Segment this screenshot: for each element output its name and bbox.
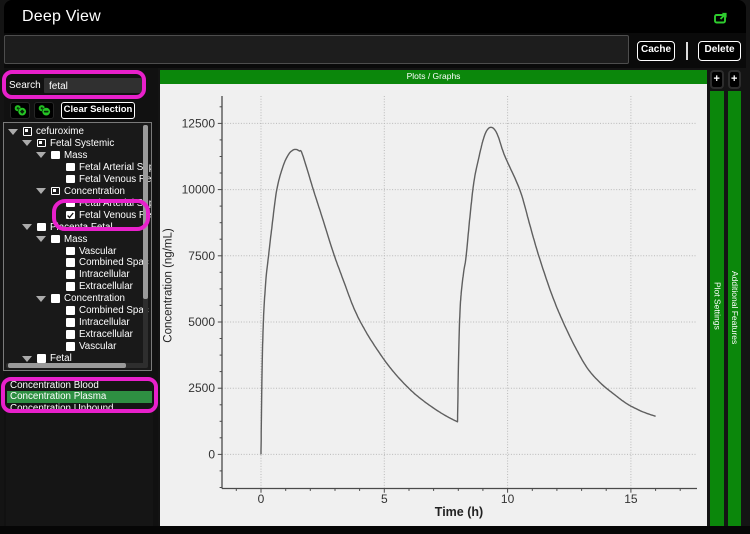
- svg-text:5: 5: [381, 492, 388, 506]
- svg-text:Time (h): Time (h): [435, 505, 483, 519]
- svg-text:0: 0: [208, 447, 215, 461]
- svg-text:15: 15: [624, 492, 638, 506]
- svg-text:0: 0: [258, 492, 265, 506]
- svg-text:Concentration (ng/mL): Concentration (ng/mL): [163, 228, 175, 343]
- svg-text:10000: 10000: [182, 183, 216, 197]
- svg-text:2500: 2500: [188, 381, 215, 395]
- svg-text:7500: 7500: [188, 249, 215, 263]
- svg-text:10: 10: [501, 492, 515, 506]
- svg-text:12500: 12500: [182, 116, 216, 130]
- svg-text:5000: 5000: [188, 315, 215, 329]
